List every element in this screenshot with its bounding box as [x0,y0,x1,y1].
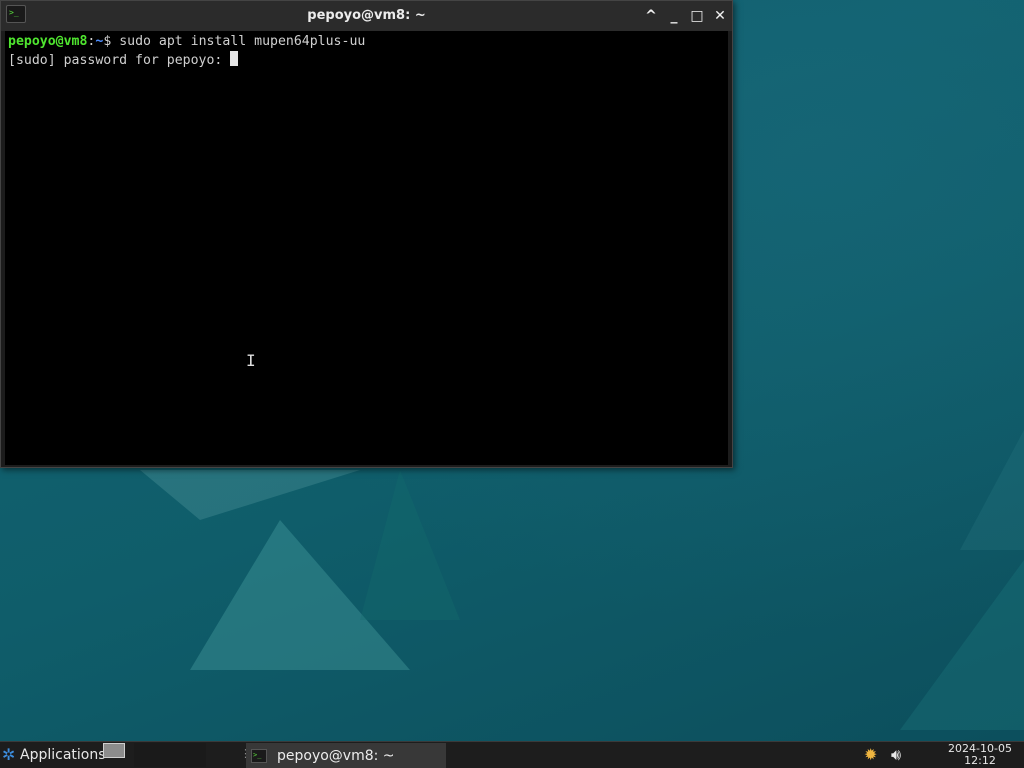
wallpaper-shard [960,430,1024,550]
clock-time: 12:12 [964,754,996,767]
wallpaper-shard [900,560,1024,730]
clock[interactable]: 2024-10-05 12:12 [940,743,1020,767]
terminal-window[interactable]: >_ pepoyo@vm8: ~ ^ _ □ ✕ pepoyo@vm8:~$ s… [0,0,733,468]
bug-icon[interactable]: ✹ [864,746,877,764]
terminal-line: [sudo] password for pepoyo: [8,51,728,69]
wallpaper-shard [360,470,460,620]
terminal-icon: >_ [251,748,267,763]
text-cursor [230,51,239,66]
maximize-button[interactable]: □ [687,6,707,26]
wallpaper-shard [140,470,360,520]
taskbar: ✲ Applications ⋮ >_ pepoyo@vm8: ~ ✹ 🔊︎ 2… [0,741,1024,768]
taskbar-item-terminal[interactable]: >_ pepoyo@vm8: ~ [246,743,446,768]
taskbar-item-label: pepoyo@vm8: ~ [277,747,395,764]
workspace-2[interactable] [170,743,206,767]
prompt-user-host: pepoyo@vm8 [8,34,88,49]
terminal-line: pepoyo@vm8:~$ sudo apt install mupen64pl… [8,33,728,51]
close-button[interactable]: ✕ [710,6,730,26]
workspace-1[interactable] [134,743,170,767]
terminal-output[interactable]: pepoyo@vm8:~$ sudo apt install mupen64pl… [5,31,728,465]
window-title: pepoyo@vm8: ~ [307,8,426,23]
minimize-button[interactable]: _ [664,6,684,26]
applications-menu-button[interactable]: ✲ Applications [2,742,106,768]
volume-icon[interactable]: 🔊︎ [891,745,901,765]
window-titlebar[interactable]: >_ pepoyo@vm8: ~ ^ _ □ ✕ [1,1,732,31]
command-text: $ sudo apt install mupen64plus-uu [103,34,366,49]
applications-label: Applications [20,747,106,763]
shade-button[interactable]: ^ [641,6,661,26]
xfce-logo-icon: ✲ [2,745,16,764]
desktop: >_ pepoyo@vm8: ~ ^ _ □ ✕ pepoyo@vm8:~$ s… [0,0,1024,768]
show-desktop-icon[interactable] [103,743,125,758]
password-prompt: [sudo] password for pepoyo: [8,53,231,68]
ibeam-cursor-icon: I [246,351,256,370]
